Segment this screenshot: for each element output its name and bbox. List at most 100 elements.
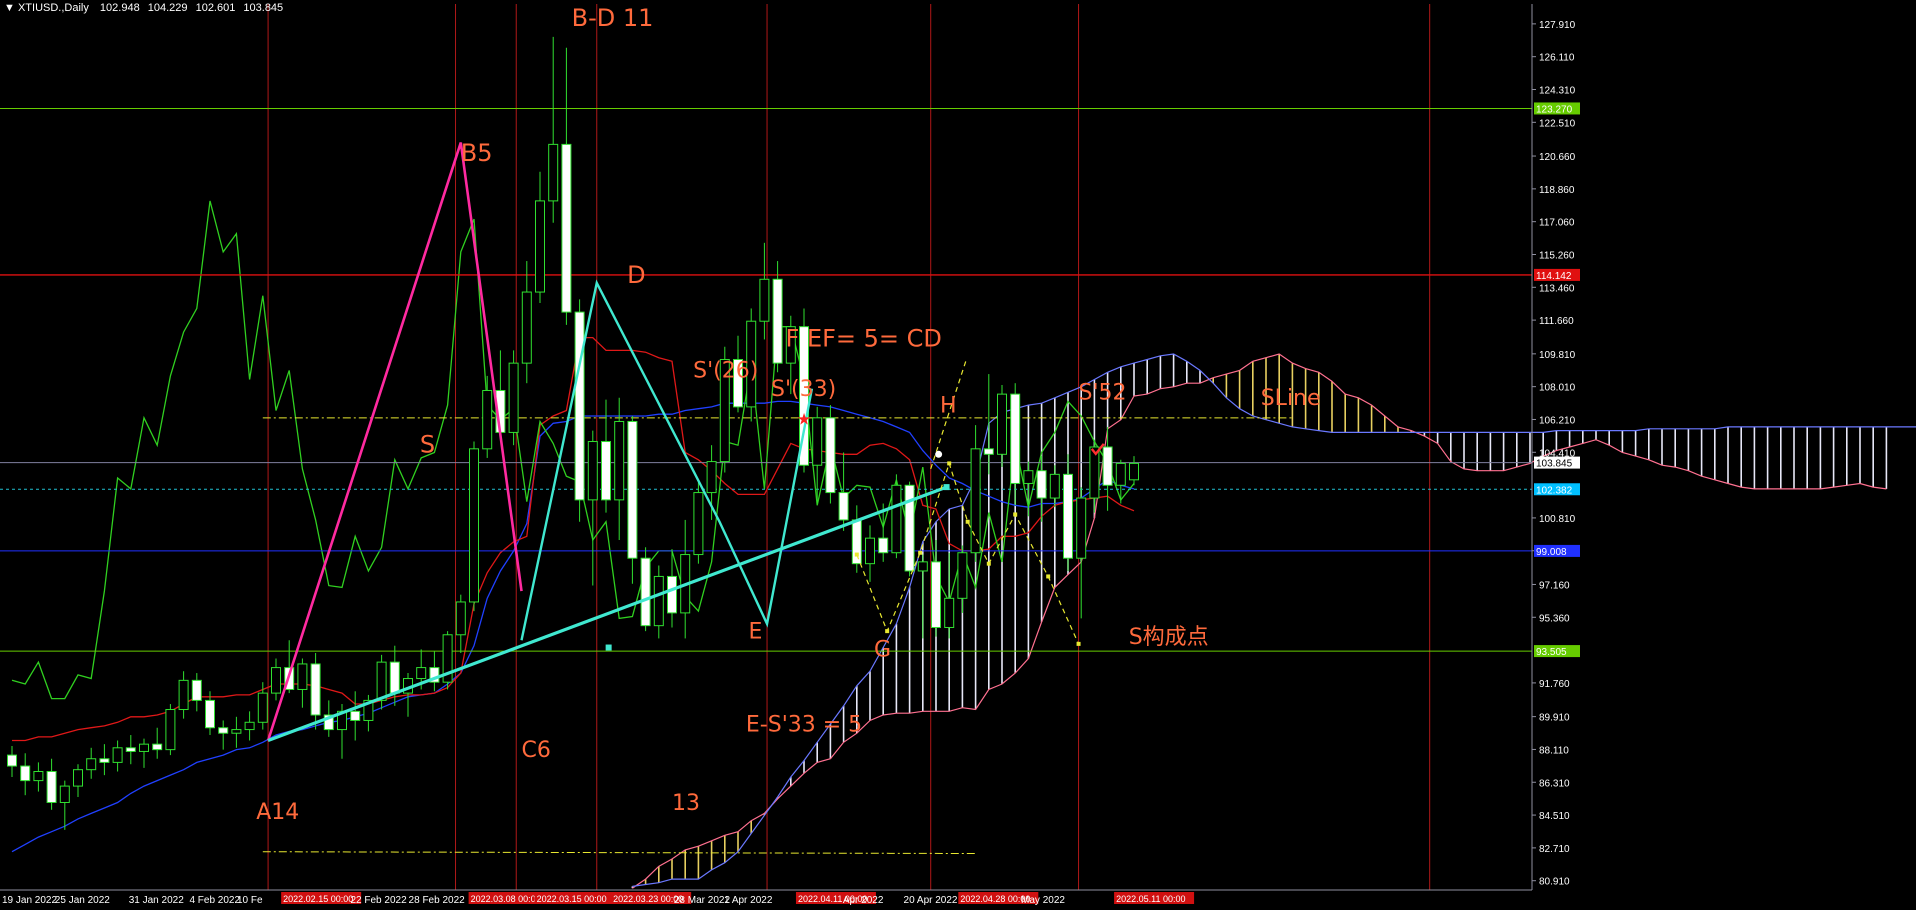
time-marker-label: 2022.03.23 00:00 [613,894,683,904]
candle-body [917,561,928,572]
indicator-lines [11,200,1916,889]
candle-body [759,278,770,322]
annotation-label: B-D 11 [572,4,654,32]
candle-body [1129,462,1139,481]
y-tick-label: 88.110 [1539,745,1569,756]
y-tick-label: 109.810 [1539,350,1576,361]
candle-body [997,393,1007,455]
candle-body [865,537,875,565]
price-tag-label: 102.382 [1536,485,1573,496]
price-tag-label: 93.505 [1536,647,1567,658]
time-marker-label: 2022.03.08 00:00 [471,894,541,904]
candle-body [812,417,823,466]
annotation-label: F EF= 5= CD [786,325,942,353]
candle-body [587,441,598,501]
y-tick-label: 113.460 [1539,283,1575,294]
candle-body [205,699,215,729]
candle-body [614,420,625,501]
y-tick-label: 86.310 [1539,778,1570,789]
x-tick-label: 25 Jan 2022 [55,895,110,906]
x-tick-label: 10 Fe [237,895,263,906]
y-tick-label: 89.910 [1539,713,1570,724]
y-tick-label: 106.210 [1539,415,1576,426]
candle-body [7,754,17,767]
y-tick-label: 115.260 [1539,250,1575,261]
annotation-label: D [627,261,645,289]
candle-body [99,758,110,763]
cyan-trend-line [267,485,948,743]
candle-body [627,420,638,559]
candle-body [165,709,176,751]
trend-node [605,644,612,651]
candle-body [257,692,268,723]
candle-body [33,771,44,782]
y-tick-label: 97.160 [1539,580,1570,591]
annotation-label: S [420,430,435,458]
annotation-label: SLine [1261,386,1321,411]
candle-body [574,311,585,501]
y-tick-label: 117.060 [1539,218,1575,229]
candle-body [218,727,229,734]
candle-body [1076,497,1087,559]
candle-body [46,771,57,803]
candle-body [640,557,651,627]
candle-body [891,484,902,554]
chart-header: ▼ XTIUSD.,Daily 102.948 104.229 102.601 … [4,2,288,14]
y-tick-label: 91.760 [1539,679,1570,690]
y-tick-label: 100.810 [1539,514,1576,525]
time-axis: 19 Jan 202225 Jan 2022 31 Jan 2022 4 Feb 2… [0,889,1532,906]
price-tag-label: 123.270 [1536,104,1573,115]
candle-body [469,448,479,603]
projection-node [965,519,970,524]
candle-body [772,278,783,364]
annotation-label: G [874,638,891,663]
candle-body [59,785,70,803]
candle-body [508,362,519,433]
price-chart[interactable]: ★ B-D 11 B5 S D F EF= 5= CD S'(26) S'(33) H S'52… [0,0,1916,910]
candle-body [535,200,545,293]
candle-body [983,448,994,455]
candle-body [521,291,532,364]
annotation-label: A14 [256,800,299,825]
candle-body [944,597,955,628]
annotation-label: B5 [461,139,493,167]
x-tick-label: 20 Apr 2022 [904,895,958,906]
candle-body [376,661,387,701]
price-tag-label: 114.142 [1536,271,1572,282]
x-tick-label: 22 Feb 2022 [350,895,407,906]
annotation-label: H [940,393,957,418]
horizontal-levels [0,107,1532,855]
projection-node [1046,574,1051,579]
y-tick-label: 120.660 [1539,152,1576,163]
x-tick-label: 19 Jan 2022 [2,895,57,906]
last-price-dot [935,450,943,458]
candle-body [838,492,849,521]
y-tick-label: 82.710 [1539,844,1570,855]
annotation-label: 13 [672,791,700,816]
low-price: 102.601 [195,2,236,14]
annotation-label: C6 [522,738,551,763]
candle-body [139,743,149,752]
candle-body [482,389,493,450]
candle-body [112,747,123,763]
candle-body [1023,470,1034,484]
trend-node [943,484,950,491]
candle-body [561,143,572,313]
candle-body [957,552,968,599]
projection-node [885,629,890,634]
candles-layer [7,36,1139,830]
projection-node [986,561,991,566]
dropdown-arrow-icon[interactable]: ▼ [4,2,15,14]
price-tag-label: 99.008 [1536,547,1567,558]
candle-body [389,661,400,694]
candle-body [20,765,31,782]
projection-node [918,550,923,555]
cyan-wave-line [520,279,814,641]
x-tick-label: 4 Feb 2022 [189,895,240,906]
candle-body [653,575,664,627]
y-tick-label: 124.310 [1539,86,1576,97]
x-tick-label: 31 Jan 2022 [129,895,184,906]
time-marker-label: 2022.05.11 00:00 [1116,894,1185,904]
candle-body [191,679,202,701]
price-tag-label: 103.845 [1536,459,1573,470]
